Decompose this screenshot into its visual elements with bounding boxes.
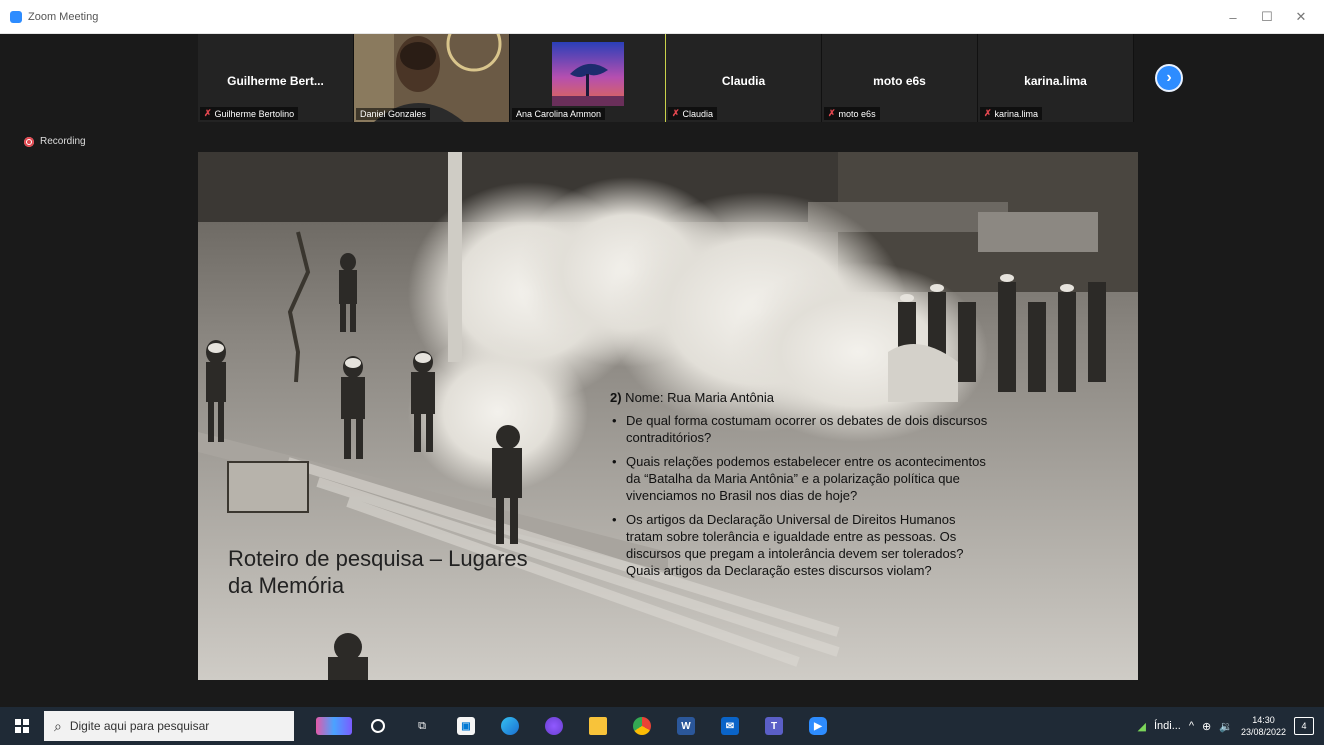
slide-bullet: De qual forma costumam ocorrer os debate…	[610, 412, 990, 446]
teams-icon: T	[765, 717, 783, 735]
participant-tile[interactable]: moto e6s ✗ moto e6s	[822, 34, 978, 122]
taskbar-pinned-apps: ⧉ ▣ W ✉ T ▶	[312, 707, 840, 745]
participant-tile-active-speaker[interactable]: Ana Carolina Ammon	[510, 34, 666, 122]
participant-name-tag: Daniel Gonzales	[356, 108, 431, 120]
zoom-icon: ▶	[809, 717, 827, 735]
start-button[interactable]	[0, 707, 44, 745]
windows-logo-icon	[15, 719, 29, 733]
muted-mic-icon: ✗	[828, 108, 836, 118]
slide-title: Roteiro de pesquisa – Lugares da Memória	[228, 545, 628, 599]
store-button[interactable]: ▣	[444, 707, 488, 745]
outlook-button[interactable]: ✉	[708, 707, 752, 745]
cortana-button[interactable]	[356, 707, 400, 745]
participant-tag-label: Guilherme Bertolino	[214, 108, 295, 119]
participant-name-tag: ✗ Guilherme Bertolino	[200, 107, 299, 120]
word-icon: W	[677, 717, 695, 735]
show-hidden-icons-icon[interactable]: ^	[1189, 720, 1194, 732]
participant-strip: Guilherme Bert... ✗ Guilherme Bertolino …	[198, 34, 1138, 122]
next-participants-button[interactable]: ›	[1155, 64, 1183, 92]
participant-name-tag: Ana Carolina Ammon	[512, 108, 606, 120]
edge-icon	[501, 717, 519, 735]
slide-bullet-list: De qual forma costumam ocorrer os debate…	[610, 412, 990, 579]
close-button[interactable]: ✕	[1284, 0, 1318, 34]
participant-tile[interactable]: Daniel Gonzales	[354, 34, 510, 122]
search-icon: ⌕	[54, 717, 62, 734]
word-button[interactable]: W	[664, 707, 708, 745]
slide-bullet: Os artigos da Declaração Universal de Di…	[610, 511, 990, 579]
participant-display-name: moto e6s	[873, 74, 926, 88]
slide-heading-text: Nome: Rua Maria Antônia	[621, 390, 775, 405]
muted-mic-icon: ✗	[204, 108, 212, 118]
participant-name-tag: ✗ Claudia	[668, 107, 718, 120]
slide-bullet: Quais relações podemos estabelecer entre…	[610, 453, 990, 504]
chrome-icon	[633, 717, 651, 735]
network-icon[interactable]: ⊕	[1202, 720, 1211, 733]
shared-screen: Roteiro de pesquisa – Lugares da Memória…	[198, 152, 1138, 680]
folder-icon	[589, 717, 607, 735]
clock-date: 23/08/2022	[1240, 727, 1286, 737]
participant-tag-label: moto e6s	[838, 108, 876, 119]
participant-tag-label: karina.lima	[994, 108, 1039, 119]
teams-button[interactable]: T	[752, 707, 796, 745]
recording-indicator[interactable]: Recording	[24, 136, 86, 147]
minimize-button[interactable]: –	[1216, 0, 1250, 34]
window-title: Zoom Meeting	[28, 10, 99, 23]
zoom-app-icon	[10, 10, 22, 23]
slide-heading: 2) Nome: Rua Maria Antônia	[610, 389, 990, 406]
participant-tag-label: Claudia	[682, 108, 714, 119]
chrome-button[interactable]	[620, 707, 664, 745]
search-highlight-icon	[316, 717, 352, 735]
window-controls: – ☐ ✕	[1216, 0, 1318, 34]
slide-heading-number: 2)	[610, 390, 622, 405]
task-view-button[interactable]: ⧉	[400, 707, 444, 745]
weather-icon: ◢	[1137, 720, 1146, 733]
taskbar: ⌕ Digite aqui para pesquisar ⧉ ▣ W ✉ T ▶…	[0, 707, 1324, 745]
participant-tag-label: Ana Carolina Ammon	[516, 109, 602, 119]
maximize-button[interactable]: ☐	[1250, 0, 1284, 34]
participant-name-tag: ✗ moto e6s	[824, 107, 880, 120]
participant-display-name: Claudia	[721, 74, 766, 88]
muted-mic-icon: ✗	[672, 108, 680, 118]
participant-tag-label: Daniel Gonzales	[360, 109, 427, 119]
recording-label: Recording	[40, 136, 86, 147]
volume-icon[interactable]: 🔉	[1219, 720, 1233, 733]
cortana-icon	[371, 719, 385, 733]
chevron-right-icon: ›	[1166, 69, 1172, 86]
firefox-icon	[545, 717, 563, 735]
edge-button[interactable]	[488, 707, 532, 745]
slide-body: 2) Nome: Rua Maria Antônia De qual forma…	[610, 389, 990, 586]
zoom-button[interactable]: ▶	[796, 707, 840, 745]
recording-icon	[24, 136, 34, 147]
participant-tile[interactable]: karina.lima ✗ karina.lima	[978, 34, 1134, 122]
search-highlight-button[interactable]	[312, 707, 356, 745]
search-placeholder: Digite aqui para pesquisar	[69, 719, 210, 733]
title-bar: Zoom Meeting – ☐ ✕	[0, 0, 1324, 34]
participant-display-name: Guilherme Bert...	[227, 74, 324, 88]
clock[interactable]: 14:30 23/08/2022	[1241, 714, 1286, 738]
participant-tile[interactable]: Claudia ✗ Claudia	[666, 34, 822, 122]
outlook-icon: ✉	[721, 717, 739, 735]
participant-name-tag: ✗ karina.lima	[980, 107, 1043, 120]
store-icon: ▣	[457, 717, 475, 735]
weather-label[interactable]: Índi...	[1154, 720, 1181, 732]
system-tray: ◢ Índi... ^ ⊕ 🔉 14:30 23/08/2022 4	[1137, 707, 1324, 745]
notification-center-button[interactable]: 4	[1294, 717, 1314, 735]
slide-title-line: Roteiro de pesquisa – Lugares	[228, 546, 528, 571]
file-explorer-button[interactable]	[576, 707, 620, 745]
taskbar-search[interactable]: ⌕ Digite aqui para pesquisar	[44, 711, 294, 741]
clock-time: 14:30	[1252, 715, 1275, 725]
meeting-area: Recording Guilherme Bert... ✗ Guilherme …	[0, 34, 1324, 707]
slide-title-line: da Memória	[228, 573, 345, 598]
muted-mic-icon: ✗	[984, 108, 992, 118]
notification-count: 4	[1301, 721, 1307, 731]
participant-tile[interactable]: Guilherme Bert... ✗ Guilherme Bertolino	[198, 34, 354, 122]
firefox-button[interactable]	[532, 707, 576, 745]
task-view-icon: ⧉	[418, 719, 426, 732]
participant-display-name: karina.lima	[1024, 74, 1087, 88]
